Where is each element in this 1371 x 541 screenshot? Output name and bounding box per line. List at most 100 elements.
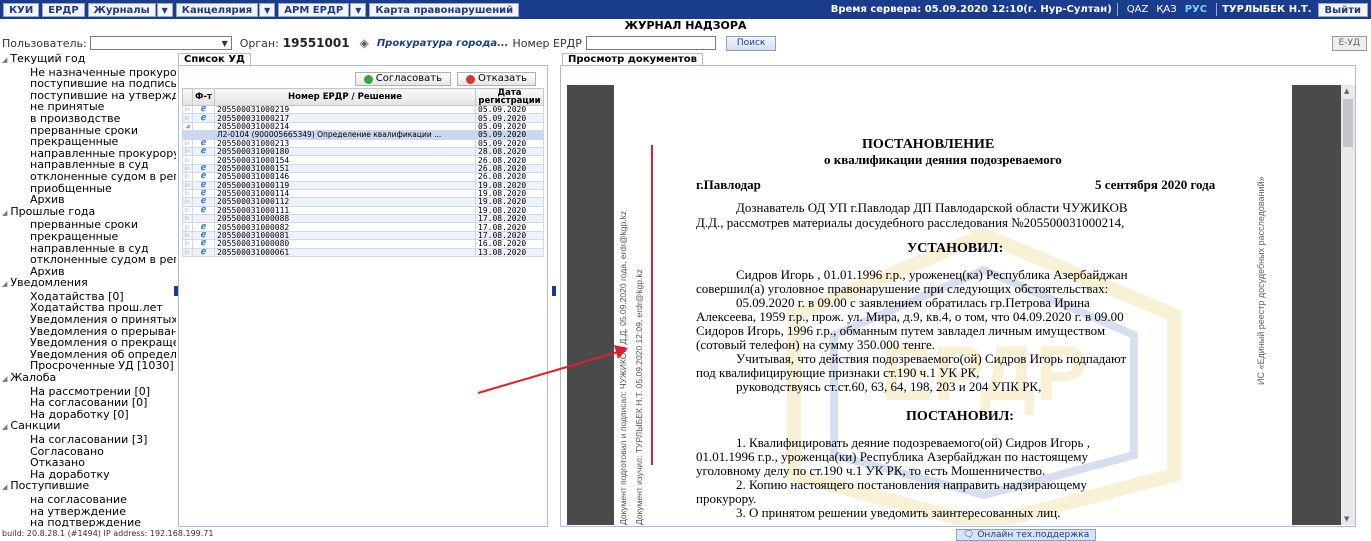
expand-row-icon[interactable] <box>182 130 193 140</box>
right-collapse-handle[interactable] <box>552 286 556 296</box>
menu-kui[interactable]: КУИ <box>3 2 40 17</box>
table-row[interactable]: ▷ ℯ 205500031000112 19.08.2020 <box>182 197 544 207</box>
tree-item[interactable]: на подтверждение <box>0 517 176 527</box>
tree-item[interactable]: прерванные сроки <box>0 219 176 231</box>
tree-group[interactable]: ◢ Уведомления <box>0 277 176 291</box>
logout-button[interactable]: Выйти <box>1317 2 1368 17</box>
erdr-number-cell[interactable]: 205500031000180 <box>214 146 476 157</box>
erdr-number-cell[interactable]: 205500031000146 <box>214 172 476 182</box>
lang-qaz-latin[interactable]: QAZ <box>1127 4 1149 15</box>
decision-cell[interactable]: Л2-0104 (900005665349) Определение квали… <box>214 130 476 140</box>
table-row[interactable]: ▷ ℯ 205500031000119 19.08.2020 <box>182 180 544 190</box>
expand-row-icon[interactable]: ▷ <box>182 172 193 182</box>
expand-row-icon[interactable]: ▷ <box>182 138 193 148</box>
search-button[interactable]: Поиск <box>725 35 777 51</box>
erdr-number-cell[interactable]: 205500031000213 <box>214 138 476 148</box>
tree-item[interactable]: на утверждение <box>0 506 176 518</box>
tree-item[interactable]: в производстве <box>0 113 176 125</box>
tree-item[interactable]: приобщенные <box>0 183 176 195</box>
expand-row-icon[interactable]: ▷ <box>182 205 193 216</box>
tree-item[interactable]: не принятые <box>0 101 176 113</box>
expand-row-icon[interactable]: ▷ <box>182 188 193 199</box>
col-header-number[interactable]: Номер ЕРДР / Решение <box>214 88 476 106</box>
expand-row-icon[interactable]: ▷ <box>182 146 193 157</box>
approve-button[interactable]: Согласовать <box>354 72 451 86</box>
scroll-down-icon[interactable]: ▼ <box>1344 515 1349 523</box>
eye-icon[interactable]: ◈ <box>360 36 369 50</box>
tree-item[interactable]: прекращенные <box>0 231 176 243</box>
tree-item[interactable]: Отказано <box>0 457 176 469</box>
erdr-number-cell[interactable]: 205500031000112 <box>214 197 476 207</box>
collapse-triangle-icon[interactable]: ◢ <box>2 375 7 383</box>
arm-dropdown-icon[interactable]: ▼ <box>350 2 367 17</box>
table-row[interactable]: ▷ 205500031000088 17.08.2020 <box>182 214 544 224</box>
expand-row-icon[interactable]: ▷ <box>182 113 193 123</box>
reject-button[interactable]: Отказать <box>456 72 536 86</box>
erdr-number-cell[interactable]: 205500031000217 <box>214 113 476 123</box>
scroll-thumb[interactable] <box>1343 99 1353 147</box>
table-row[interactable]: ▷ ℯ 205500031000213 05.09.2020 <box>182 138 544 148</box>
table-row[interactable]: ▷ ℯ 205500031000111 19.08.2020 <box>182 205 544 216</box>
kancelyariya-dropdown-icon[interactable]: ▼ <box>259 2 276 17</box>
expand-row-icon[interactable]: ▷ <box>182 214 193 224</box>
online-support-button[interactable]: 🗨 Онлайн тех.поддержка <box>956 529 1097 541</box>
collapse-triangle-icon[interactable]: ◢ <box>2 56 7 64</box>
tree-item[interactable]: поступившие на подпись <box>0 78 176 90</box>
document-scrollbar[interactable]: ▲ ▼ <box>1341 85 1355 525</box>
lang-rus[interactable]: РУС <box>1185 4 1207 15</box>
tree-group[interactable]: ◢ Санкции <box>0 420 176 434</box>
collapse-triangle-icon[interactable]: ◢ <box>2 483 7 491</box>
table-row[interactable]: ▷ ℯ 205500031000151 26.08.2020 <box>182 163 544 174</box>
expand-row-icon[interactable]: ▷ <box>182 104 193 115</box>
table-row[interactable]: ▷ ℯ 205500031000146 26.08.2020 <box>182 172 544 182</box>
menu-erdr[interactable]: ЕРДР <box>42 2 85 17</box>
table-row[interactable]: Л2-0104 (900005665349) Определение квали… <box>182 130 544 140</box>
erdr-number-cell[interactable]: 205500031000111 <box>214 205 476 216</box>
table-row[interactable]: ▷ 205500031000154 26.08.2020 <box>182 155 544 165</box>
erdr-number-cell[interactable]: 205500031000080 <box>214 239 476 249</box>
tree-item[interactable]: На согласовании [3] <box>0 434 176 446</box>
tree-group[interactable]: ◢ Прошлые года <box>0 205 176 220</box>
expand-row-icon[interactable]: ▷ <box>182 155 193 165</box>
erdr-number-cell[interactable]: 205500031000119 <box>214 180 476 190</box>
tree-item[interactable]: Уведомления о принятых <box>0 314 176 326</box>
table-row[interactable]: ▷ ℯ 205500031000219 05.09.2020 <box>182 104 544 115</box>
journals-dropdown-icon[interactable]: ▼ <box>156 2 173 17</box>
table-row[interactable]: ▷ ℯ 205500031000180 28.08.2020 <box>182 146 544 157</box>
table-row[interactable]: ▷ ℯ 205500031000217 05.09.2020 <box>182 113 544 123</box>
tree-group[interactable]: ◢ Поступившие <box>0 480 176 494</box>
tree-item[interactable]: поступившие на утвержд <box>0 90 176 102</box>
tree-item[interactable]: На согласовании [0] <box>0 397 176 409</box>
erdr-number-input[interactable] <box>585 36 716 50</box>
current-user[interactable]: ТУРЛЫБЕК Н.Т. <box>1222 4 1311 15</box>
collapse-triangle-icon[interactable]: ◢ <box>2 209 7 217</box>
expand-row-icon[interactable]: ▷ <box>182 180 193 190</box>
erdr-number-cell[interactable]: 205500031000081 <box>214 230 476 241</box>
table-row[interactable]: ▷ ℯ 205500031000114 19.08.2020 <box>182 188 544 199</box>
tree-item[interactable]: Ходатайства прош.лет <box>0 302 176 314</box>
erdr-number-cell[interactable]: 205500031000082 <box>214 222 476 232</box>
tree-item[interactable]: На рассмотрении [0] <box>0 386 176 398</box>
table-row[interactable]: ◢ 205500031000214 05.09.2020 <box>182 121 544 132</box>
col-header-ft[interactable]: Ф-т <box>192 88 215 106</box>
table-row[interactable]: ▷ ℯ 205500031000082 17.08.2020 <box>182 222 544 232</box>
menu-crime-map[interactable]: Карта правонарушений <box>369 2 520 17</box>
tree-item[interactable]: Ходатайства [0] <box>0 291 176 303</box>
tree-item[interactable]: направленные в суд <box>0 243 176 255</box>
erdr-number-cell[interactable]: 205500031000219 <box>214 104 476 115</box>
expand-row-icon[interactable]: ▷ <box>182 239 193 249</box>
tree-group[interactable]: ◢ Жалоба <box>0 372 176 386</box>
erdr-number-cell[interactable]: 205500031000151 <box>214 163 476 174</box>
col-header-date[interactable]: Дата регистрации <box>475 88 544 106</box>
collapse-triangle-icon[interactable]: ◢ <box>2 280 7 288</box>
tree-item[interactable]: на согласование <box>0 494 176 506</box>
prokuratura-link[interactable]: Прокуратура города... <box>377 38 509 49</box>
expand-row-icon[interactable]: ▷ <box>182 197 193 207</box>
menu-journals[interactable]: Журналы <box>87 2 156 17</box>
tree-item[interactable]: отклоненные судом в рег <box>0 171 176 183</box>
lang-kaz[interactable]: ҚАЗ <box>1156 4 1176 15</box>
tree-item[interactable]: прерванные сроки <box>0 125 176 137</box>
user-select[interactable]: ▼ <box>89 36 232 50</box>
scroll-up-icon[interactable]: ▲ <box>1344 87 1349 95</box>
tree-group[interactable]: ◢ Текущий год <box>0 53 176 67</box>
